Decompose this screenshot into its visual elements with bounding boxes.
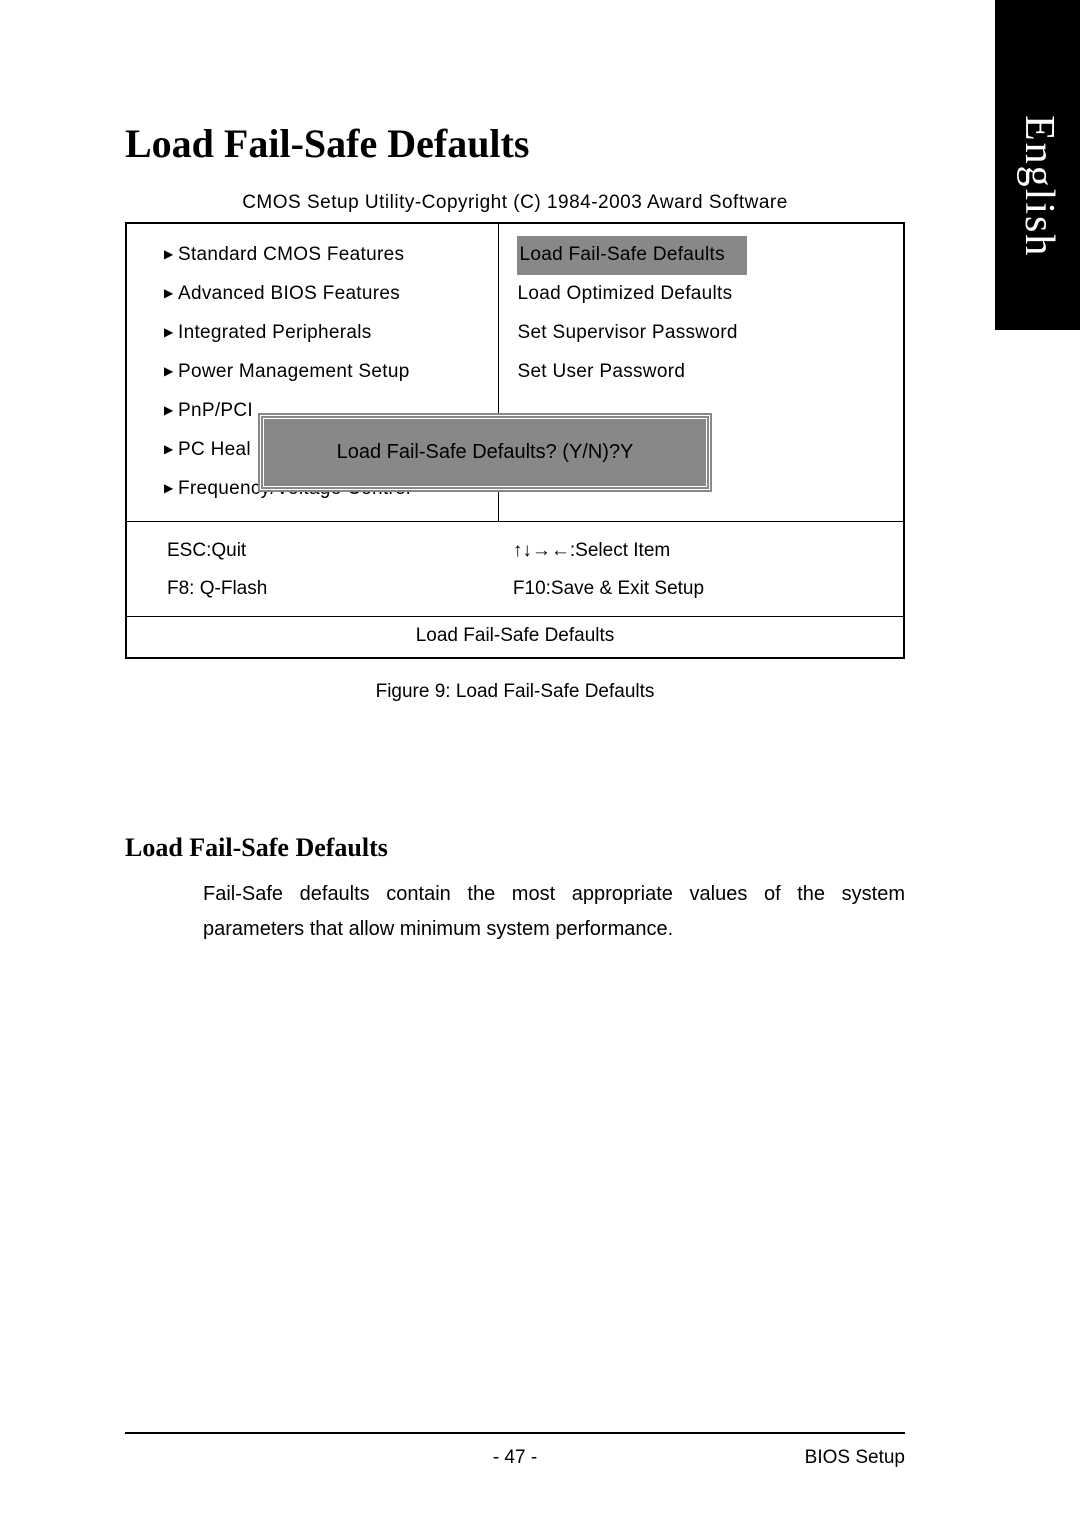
confirm-dialog-text: Load Fail-Safe Defaults? (Y/N)?Y <box>337 441 634 464</box>
language-tab: English <box>995 0 1080 330</box>
triangle-icon <box>167 353 178 392</box>
menu-item-standard-cmos[interactable]: Standard CMOS Features <box>167 236 498 275</box>
menu-label: Set User Password <box>517 361 685 382</box>
document-page: English Load Fail-Safe Defaults CMOS Set… <box>0 0 1080 1529</box>
triangle-icon <box>167 275 178 314</box>
bios-hint-area: ESC:Quit F8: Q-Flash ↑↓→←:Select Item F1… <box>127 522 903 617</box>
menu-item-advanced-bios[interactable]: Advanced BIOS Features <box>167 275 498 314</box>
cmos-copyright-header: CMOS Setup Utility-Copyright (C) 1984-20… <box>125 192 905 214</box>
menu-label: Advanced BIOS Features <box>178 283 400 304</box>
menu-label: Set Supervisor Password <box>517 322 737 343</box>
triangle-icon <box>167 431 178 470</box>
menu-item-load-optimized[interactable]: Load Optimized Defaults <box>517 275 903 314</box>
hint-left-column: ESC:Quit F8: Q-Flash <box>167 532 513 608</box>
triangle-icon <box>167 392 178 431</box>
footer-page-number: - 47 - <box>325 1447 705 1469</box>
hint-qflash: F8: Q-Flash <box>167 570 513 608</box>
page-title: Load Fail-Safe Defaults <box>125 120 905 167</box>
triangle-icon <box>167 470 178 509</box>
hint-right-column: ↑↓→←:Select Item F10:Save & Exit Setup <box>513 532 903 608</box>
bios-status-bar: Load Fail-Safe Defaults <box>127 617 903 657</box>
hint-select-item: ↑↓→←:Select Item <box>513 532 903 570</box>
section-body-text: Fail-Safe defaults contain the most appr… <box>203 877 905 947</box>
menu-label: PnP/PCI <box>178 400 253 421</box>
menu-item-user-password[interactable]: Set User Password <box>517 353 903 392</box>
menu-item-supervisor-password[interactable]: Set Supervisor Password <box>517 314 903 353</box>
hint-save-exit: F10:Save & Exit Setup <box>513 570 903 608</box>
menu-item-integrated-peripherals[interactable]: Integrated Peripherals <box>167 314 498 353</box>
section-title: Load Fail-Safe Defaults <box>125 833 905 863</box>
page-content: Load Fail-Safe Defaults CMOS Setup Utili… <box>125 120 905 947</box>
menu-label: Power Management Setup <box>178 361 410 382</box>
menu-item-load-failsafe[interactable]: Load Fail-Safe Defaults <box>517 236 903 275</box>
hint-esc-quit: ESC:Quit <box>167 532 513 570</box>
menu-label: Integrated Peripherals <box>178 322 372 343</box>
footer-section-name: BIOS Setup <box>705 1447 905 1469</box>
menu-label-highlighted: Load Fail-Safe Defaults <box>517 236 746 275</box>
confirm-dialog[interactable]: Load Fail-Safe Defaults? (Y/N)?Y <box>260 415 710 490</box>
bios-screen-wrapper: Standard CMOS Features Advanced BIOS Fea… <box>125 222 905 659</box>
triangle-icon <box>167 314 178 353</box>
menu-label: PC Heal <box>178 439 251 460</box>
page-footer: - 47 - BIOS Setup <box>125 1447 905 1469</box>
menu-label: Standard CMOS Features <box>178 244 404 265</box>
footer-rule <box>125 1432 905 1434</box>
menu-item-power-management[interactable]: Power Management Setup <box>167 353 498 392</box>
figure-caption: Figure 9: Load Fail-Safe Defaults <box>125 681 905 703</box>
language-tab-label: English <box>1015 115 1063 257</box>
footer-left-spacer <box>125 1447 325 1469</box>
menu-label: Load Optimized Defaults <box>517 283 732 304</box>
triangle-icon <box>167 236 178 275</box>
